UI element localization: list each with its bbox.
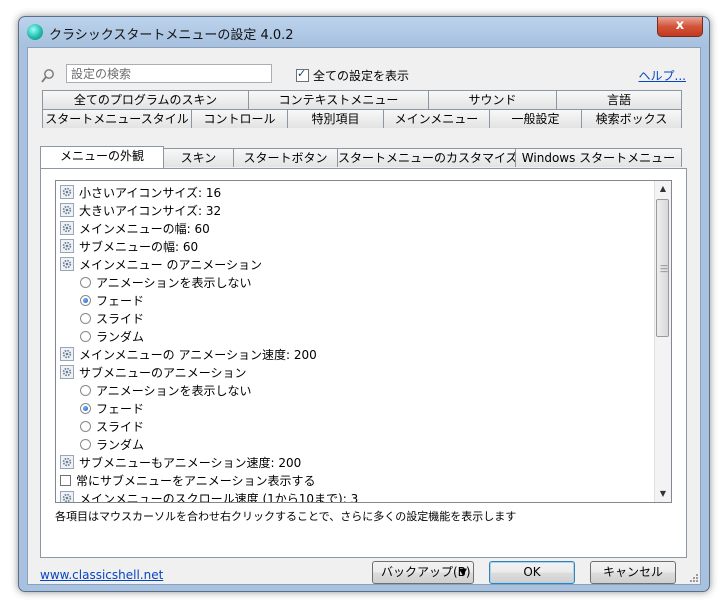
settings-window: クラシックスタートメニューの設定 4.0.2 x 全ての設定を表示 ヘルプ...… xyxy=(18,16,710,592)
search-icon xyxy=(41,69,54,83)
backup-button[interactable]: バックアップ(B) ▼ xyxy=(372,561,474,584)
tab-search-box[interactable]: 検索ボックス xyxy=(581,109,682,128)
setting-row[interactable]: メインメニューの アニメーション速度: 200 xyxy=(60,345,317,363)
setting-label: 大きいアイコンサイズ: 32 xyxy=(79,203,222,218)
setting-label: サブメニューの幅: 60 xyxy=(79,239,199,254)
setting-row[interactable]: メインメニュー のアニメーション xyxy=(60,255,262,273)
tab-main-menu[interactable]: メインメニュー xyxy=(383,109,490,128)
setting-label: フェード xyxy=(96,401,145,416)
setting-label: 常にサブメニューをアニメーション表示する xyxy=(76,473,316,488)
radio-button[interactable] xyxy=(80,438,91,450)
setting-row[interactable]: アニメーションを表示しない xyxy=(80,273,252,291)
dropdown-arrow-icon: ▼ xyxy=(459,567,467,578)
setting-row[interactable]: 大きいアイコンサイズ: 32 xyxy=(60,201,221,219)
setting-row[interactable]: サブメニューもアニメーション速度: 200 xyxy=(60,453,301,471)
help-link[interactable]: ヘルプ... xyxy=(639,67,686,84)
setting-label: ランダム xyxy=(96,437,145,452)
tab-controls[interactable]: コントロール xyxy=(191,109,288,128)
setting-label: アニメーションを表示しない xyxy=(96,383,252,398)
window-title: クラシックスタートメニューの設定 4.0.2 xyxy=(49,28,294,43)
settings-list[interactable]: ▲ — — — ▼ 小さいアイコンサイズ: 16 大きいアイコンサイズ: 32 メインメ… xyxy=(55,180,672,503)
setting-label: メインメニューのスクロール速度 (1から10まで): 3 xyxy=(79,491,359,503)
setting-label: スライド xyxy=(96,311,145,326)
tab-start-button[interactable]: スタートボタン xyxy=(233,148,338,167)
show-all-settings[interactable]: 全ての設定を表示 xyxy=(296,67,409,84)
setting-label: アニメーションを表示しない xyxy=(96,275,252,290)
close-button[interactable]: x xyxy=(657,17,703,37)
setting-label: スライド xyxy=(96,419,145,434)
radio-button[interactable] xyxy=(80,384,91,396)
ok-button[interactable]: OK xyxy=(489,561,575,584)
cancel-button[interactable]: キャンセル xyxy=(590,561,676,584)
setting-gear-icon xyxy=(60,185,74,199)
hint-text: 各項目はマウスカーソルを合わせ右クリックすることで、さらに多くの設定機能を表示し… xyxy=(55,510,517,523)
tab-panel: ▲ — — — ▼ 小さいアイコンサイズ: 16 大きいアイコンサイズ: 32 メインメ… xyxy=(40,168,687,558)
setting-gear-icon xyxy=(60,239,74,253)
search-input[interactable] xyxy=(66,64,272,83)
setting-row[interactable]: サブメニューの幅: 60 xyxy=(60,237,198,255)
radio-button[interactable] xyxy=(80,402,91,414)
setting-gear-icon xyxy=(60,203,74,217)
setting-row[interactable]: メインメニューの幅: 60 xyxy=(60,219,210,237)
tab-sound[interactable]: サウンド xyxy=(428,90,557,109)
setting-label: フェード xyxy=(96,293,145,308)
setting-row[interactable]: ランダム xyxy=(80,435,144,453)
setting-label: メインメニュー のアニメーション xyxy=(79,257,262,272)
setting-row[interactable]: ランダム xyxy=(80,327,144,345)
show-all-checkbox[interactable] xyxy=(296,67,309,82)
title-bar[interactable]: クラシックスタートメニューの設定 4.0.2 x xyxy=(19,17,709,47)
setting-label: サブメニューのアニメーション xyxy=(79,365,247,380)
show-all-label: 全ての設定を表示 xyxy=(313,69,410,83)
setting-row[interactable]: 小さいアイコンサイズ: 16 xyxy=(60,183,221,201)
setting-gear-icon xyxy=(60,257,74,271)
setting-gear-icon xyxy=(60,221,74,235)
setting-checkbox[interactable] xyxy=(60,474,71,486)
setting-row[interactable]: メインメニューのスクロール速度 (1から10まで): 3 xyxy=(60,489,359,503)
scroll-thumb[interactable]: — — — xyxy=(656,199,669,337)
setting-gear-icon xyxy=(60,455,74,469)
resize-grip-icon[interactable] xyxy=(688,572,698,582)
tab-menu-appearance[interactable]: メニューの外観 xyxy=(40,146,164,168)
setting-label: サブメニューもアニメーション速度: 200 xyxy=(79,455,302,470)
vertical-scrollbar[interactable]: ▲ — — — ▼ xyxy=(654,181,671,502)
scroll-grip-icon: — — — xyxy=(660,261,668,276)
scroll-up-button[interactable]: ▲ xyxy=(655,181,671,197)
tab-language[interactable]: 言語 xyxy=(556,90,682,109)
setting-row[interactable]: フェード xyxy=(80,399,144,417)
radio-button[interactable] xyxy=(80,276,91,288)
setting-row[interactable]: フェード xyxy=(80,291,144,309)
tab-context-menu[interactable]: コンテキストメニュー xyxy=(248,90,429,109)
tab-all-programs-skin[interactable]: 全てのプログラムのスキン xyxy=(42,90,249,109)
setting-row[interactable]: サブメニューのアニメーション xyxy=(60,363,247,381)
setting-gear-icon xyxy=(60,491,74,502)
scroll-down-button[interactable]: ▼ xyxy=(655,486,671,502)
radio-button[interactable] xyxy=(80,330,91,342)
setting-gear-icon xyxy=(60,347,74,361)
classicshell-link[interactable]: www.classicshell.net xyxy=(40,568,163,582)
setting-label: メインメニューの アニメーション速度: 200 xyxy=(79,347,317,362)
setting-gear-icon xyxy=(60,365,74,379)
setting-row[interactable]: アニメーションを表示しない xyxy=(80,381,252,399)
dialog-body: 全ての設定を表示 ヘルプ... 全てのプログラムのスキン コンテキストメニュー … xyxy=(27,47,701,585)
tab-windows-start-menu[interactable]: Windows スタートメニュー xyxy=(515,148,682,167)
tab-start-menu-style[interactable]: スタートメニュースタイル xyxy=(42,109,192,128)
classic-shell-icon xyxy=(27,24,43,40)
tab-customize-start-menu[interactable]: スタートメニューのカスタマイズ xyxy=(337,148,516,167)
tab-general-settings[interactable]: 一般設定 xyxy=(489,109,582,128)
tab-special-items[interactable]: 特別項目 xyxy=(287,109,384,128)
setting-label: ランダム xyxy=(96,329,145,344)
setting-row[interactable]: スライド xyxy=(80,309,144,327)
setting-label: 小さいアイコンサイズ: 16 xyxy=(79,185,222,200)
radio-button[interactable] xyxy=(80,294,91,306)
setting-row[interactable]: 常にサブメニューをアニメーション表示する xyxy=(60,471,316,489)
radio-button[interactable] xyxy=(80,420,91,432)
backup-label: バックアップ(B) xyxy=(381,565,471,579)
radio-button[interactable] xyxy=(80,312,91,324)
tab-skin[interactable]: スキン xyxy=(163,148,234,167)
setting-label: メインメニューの幅: 60 xyxy=(79,221,210,236)
setting-row[interactable]: スライド xyxy=(80,417,144,435)
